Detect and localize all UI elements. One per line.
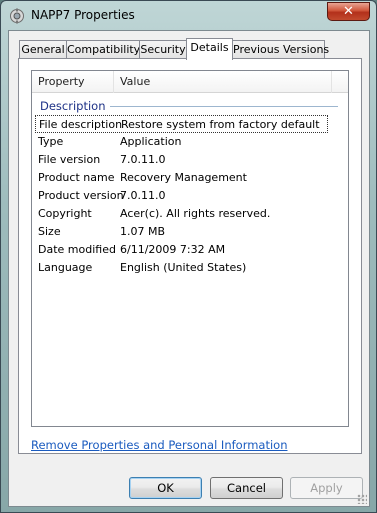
property-value: 7.0.11.0 (120, 189, 166, 202)
tab-details[interactable]: Details (186, 38, 233, 60)
property-value: Application (120, 135, 182, 148)
tab-strip: General Compatibility Security Details P… (19, 38, 359, 60)
property-name: File description (39, 118, 123, 131)
apply-button[interactable]: Apply (290, 477, 363, 499)
property-name: Date modified (38, 243, 116, 256)
properties-window: NAPP7 Properties ✕ General Compatibility… (0, 0, 377, 513)
column-header-property[interactable]: Property (32, 71, 114, 93)
properties-app-icon (9, 8, 25, 24)
details-panel: Property Value Description File descript… (18, 58, 362, 454)
property-name: File version (38, 153, 101, 166)
list-item[interactable]: Copyright Acer(c). All rights reserved. (35, 205, 328, 223)
group-divider (109, 105, 338, 107)
ok-button[interactable]: OK (129, 477, 202, 499)
property-value: 7.0.11.0 (120, 153, 166, 166)
group-header: Description (40, 98, 338, 114)
tab-previous-versions[interactable]: Previous Versions (232, 40, 329, 59)
property-value: English (United States) (120, 261, 247, 274)
properties-list[interactable]: Property Value Description File descript… (31, 70, 349, 427)
title-bar[interactable]: NAPP7 Properties ✕ (1, 1, 376, 29)
list-header: Property Value (32, 71, 348, 93)
window-title: NAPP7 Properties (31, 8, 135, 22)
client-area: General Compatibility Security Details P… (8, 30, 370, 507)
property-value: 1.07 MB (120, 225, 166, 238)
property-name: Copyright (38, 207, 92, 220)
tab-general[interactable]: General (19, 40, 67, 59)
property-value: Acer(c). All rights reserved. (120, 207, 271, 220)
property-name: Product name (38, 171, 115, 184)
close-icon: ✕ (343, 4, 354, 19)
property-value: 6/11/2009 7:32 AM (120, 243, 226, 256)
list-item[interactable]: File version 7.0.11.0 (35, 151, 328, 169)
resize-grip[interactable] (357, 494, 367, 504)
property-value: Recovery Management (120, 171, 247, 184)
close-button[interactable]: ✕ (327, 2, 370, 21)
column-header-value[interactable]: Value (114, 71, 332, 93)
list-item[interactable]: Language English (United States) (35, 259, 328, 277)
remove-properties-link[interactable]: Remove Properties and Personal Informati… (31, 438, 288, 452)
tab-compatibility[interactable]: Compatibility (66, 40, 140, 59)
list-item[interactable]: Product name Recovery Management (35, 169, 328, 187)
list-item[interactable]: Product version 7.0.11.0 (35, 187, 328, 205)
property-name: Type (38, 135, 64, 148)
property-name: Size (38, 225, 61, 238)
list-item[interactable]: File description Restore system from fac… (35, 115, 328, 133)
list-item[interactable]: Size 1.07 MB (35, 223, 328, 241)
property-name: Language (38, 261, 93, 274)
property-value: Restore system from factory default (121, 118, 320, 131)
list-item[interactable]: Date modified 6/11/2009 7:32 AM (35, 241, 328, 259)
list-item[interactable]: Type Application (35, 133, 328, 151)
group-label-description: Description (40, 99, 106, 113)
property-name: Product version (38, 189, 124, 202)
tab-security[interactable]: Security (139, 40, 187, 59)
cancel-button[interactable]: Cancel (210, 477, 283, 499)
